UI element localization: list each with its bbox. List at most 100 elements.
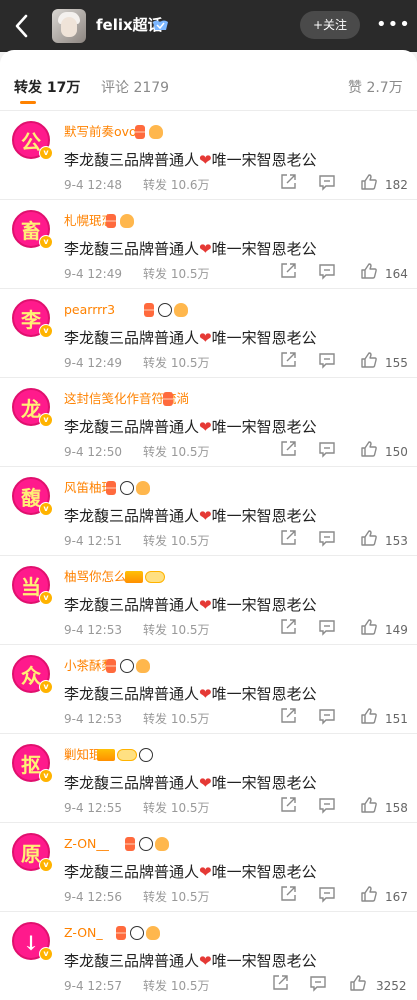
reply-button[interactable] bbox=[318, 351, 336, 369]
username[interactable]: Z-ON__ bbox=[64, 835, 109, 853]
repost-text-part: 李龙馥三品牌普通人 bbox=[64, 685, 200, 703]
share-button[interactable] bbox=[279, 707, 297, 725]
repost-item[interactable]: 众 v 小茶酥梨 李龙馥三品牌普通人❤唯一宋智恩老公 9-4 12:53 转发 … bbox=[0, 644, 417, 733]
repost-text: 李龙馥三品牌普通人❤唯一宋智恩老公 bbox=[64, 772, 317, 794]
user-badges bbox=[125, 836, 169, 852]
reply-button[interactable] bbox=[318, 173, 336, 191]
heart-icon: ❤ bbox=[199, 952, 212, 970]
repost-text-part: 李龙馥三品牌普通人 bbox=[64, 418, 200, 436]
thumbs-up-icon bbox=[350, 975, 366, 991]
user-badges bbox=[144, 302, 188, 318]
repost-text: 李龙馥三品牌普通人❤唯一宋智恩老公 bbox=[64, 861, 317, 883]
like-button[interactable] bbox=[360, 529, 378, 547]
hourglass-badge-icon bbox=[144, 303, 154, 317]
like-button[interactable] bbox=[349, 974, 367, 992]
share-button[interactable] bbox=[279, 618, 297, 636]
level-badge-icon bbox=[116, 749, 137, 761]
repost-item[interactable]: ↓ v Z-ON_ 李龙馥三品牌普通人❤唯一宋智恩老公 9-4 12:57 转发… bbox=[0, 911, 417, 1000]
user-badges bbox=[134, 124, 163, 140]
repost-item[interactable]: 抠 v 剿知珉 李龙馥三品牌普通人❤唯一宋智恩老公 9-4 12:55 转发 1… bbox=[0, 733, 417, 822]
user-badges bbox=[106, 480, 150, 496]
reply-button[interactable] bbox=[318, 796, 336, 814]
repost-time: 9-4 12:48 bbox=[64, 178, 122, 192]
heart-icon: ❤ bbox=[199, 685, 212, 703]
vip-badge-icon: v bbox=[39, 324, 53, 338]
like-button[interactable] bbox=[360, 796, 378, 814]
tab-likes[interactable]: 赞 2.7万 bbox=[348, 78, 403, 98]
bread-badge-icon bbox=[155, 837, 169, 851]
repost-item[interactable]: 龙 v 这封信笺化作音符流淌 李龙馥三品牌普通人❤唯一宋智恩老公 9-4 12:… bbox=[0, 377, 417, 466]
thumbs-up-icon bbox=[361, 619, 377, 635]
repost-count: 转发 10.6万 bbox=[143, 178, 210, 192]
like-button[interactable] bbox=[360, 440, 378, 458]
more-button[interactable]: ••• bbox=[376, 16, 410, 34]
like-button[interactable] bbox=[360, 618, 378, 636]
like-button[interactable] bbox=[360, 173, 378, 191]
username[interactable]: 默写前奏ovo bbox=[64, 123, 137, 141]
tab-comments[interactable]: 评论 2179 bbox=[101, 78, 169, 98]
repost-text: 李龙馥三品牌普通人❤唯一宋智恩老公 bbox=[64, 416, 317, 438]
like-button[interactable] bbox=[360, 351, 378, 369]
hourglass-badge-icon bbox=[106, 481, 116, 495]
reply-button[interactable] bbox=[318, 885, 336, 903]
panda-badge-icon bbox=[129, 926, 144, 940]
share-icon bbox=[281, 530, 296, 545]
share-button[interactable] bbox=[279, 262, 297, 280]
share-button[interactable] bbox=[279, 529, 297, 547]
follow-button[interactable]: +关注 bbox=[300, 11, 360, 39]
share-button[interactable] bbox=[279, 440, 297, 458]
repost-time: 9-4 12:49 bbox=[64, 356, 122, 370]
like-button[interactable] bbox=[360, 262, 378, 280]
group-avatar[interactable] bbox=[52, 9, 86, 43]
share-button[interactable] bbox=[271, 974, 289, 992]
repost-text: 李龙馥三品牌普通人❤唯一宋智恩老公 bbox=[64, 238, 317, 260]
thumbs-up-icon bbox=[361, 352, 377, 368]
crown-badge-icon bbox=[125, 571, 143, 583]
share-button[interactable] bbox=[279, 796, 297, 814]
repost-text-part: 李龙馥三品牌普通人 bbox=[64, 774, 200, 792]
reply-button[interactable] bbox=[318, 262, 336, 280]
repost-item[interactable]: 馥 v 风笛柚珉 李龙馥三品牌普通人❤唯一宋智恩老公 9-4 12:51 转发 … bbox=[0, 466, 417, 555]
heart-icon: ❤ bbox=[199, 863, 212, 881]
repost-text-part: 唯一宋智恩老公 bbox=[211, 418, 317, 436]
tab-reposts[interactable]: 转发 17万 bbox=[14, 78, 80, 98]
share-icon bbox=[281, 886, 296, 901]
repost-item[interactable]: 当 v 柚骂你怎么了 李龙馥三品牌普通人❤唯一宋智恩老公 9-4 12:53 转… bbox=[0, 555, 417, 644]
bread-badge-icon bbox=[145, 926, 160, 940]
vip-badge-icon: v bbox=[39, 235, 53, 249]
heart-icon: ❤ bbox=[199, 507, 212, 525]
user-badges bbox=[96, 747, 153, 763]
comment-icon bbox=[319, 264, 335, 280]
active-tab-indicator bbox=[20, 101, 36, 104]
reply-button[interactable] bbox=[318, 707, 336, 725]
comment-icon bbox=[319, 175, 335, 191]
reply-button[interactable] bbox=[309, 974, 327, 992]
share-button[interactable] bbox=[279, 885, 297, 903]
user-badges bbox=[106, 658, 150, 674]
repost-item[interactable]: 公 v 默写前奏ovo 李龙馥三品牌普通人❤唯一宋智恩老公 9-4 12:48 … bbox=[0, 110, 417, 199]
share-button[interactable] bbox=[279, 351, 297, 369]
repost-text: 李龙馥三品牌普通人❤唯一宋智恩老公 bbox=[64, 950, 317, 972]
like-button[interactable] bbox=[360, 885, 378, 903]
repost-text-part: 李龙馥三品牌普通人 bbox=[64, 240, 200, 258]
share-icon bbox=[281, 263, 296, 278]
repost-text-part: 唯一宋智恩老公 bbox=[211, 685, 317, 703]
like-button[interactable] bbox=[360, 707, 378, 725]
repost-item[interactable]: 畜 v 札幌珉恋 李龙馥三品牌普通人❤唯一宋智恩老公 9-4 12:49 转发 … bbox=[0, 199, 417, 288]
repost-item[interactable]: 李 v pearrrr3 李龙馥三品牌普通人❤唯一宋智恩老公 9-4 12:49… bbox=[0, 288, 417, 377]
comment-icon bbox=[310, 976, 326, 992]
repost-text-part: 李龙馥三品牌普通人 bbox=[64, 863, 200, 881]
back-button[interactable] bbox=[10, 12, 34, 40]
username[interactable]: pearrrr3 bbox=[64, 301, 115, 319]
reply-button[interactable] bbox=[318, 529, 336, 547]
repost-text-part: 唯一宋智恩老公 bbox=[211, 329, 317, 347]
reply-button[interactable] bbox=[318, 440, 336, 458]
username[interactable]: Z-ON_ bbox=[64, 924, 103, 942]
reply-button[interactable] bbox=[318, 618, 336, 636]
share-button[interactable] bbox=[279, 173, 297, 191]
repost-text: 李龙馥三品牌普通人❤唯一宋智恩老公 bbox=[64, 594, 317, 616]
repost-sheet: 转发 17万 评论 2179 赞 2.7万 公 v 默写前奏ovo 李龙馥三品牌… bbox=[0, 50, 417, 1000]
repost-text: 李龙馥三品牌普通人❤唯一宋智恩老公 bbox=[64, 149, 317, 171]
repost-item[interactable]: 原 v Z-ON__ 李龙馥三品牌普通人❤唯一宋智恩老公 9-4 12:56 转… bbox=[0, 822, 417, 911]
hourglass-badge-icon bbox=[125, 837, 135, 851]
